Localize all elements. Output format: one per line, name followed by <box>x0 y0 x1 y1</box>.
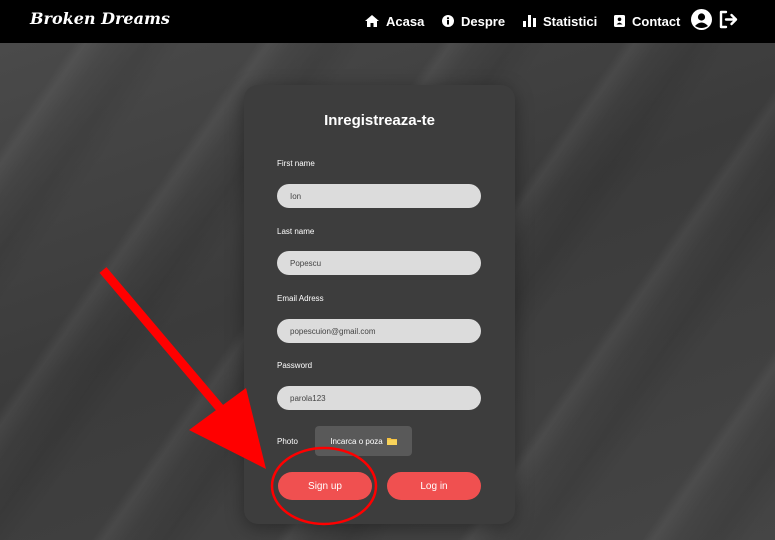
logout-icon[interactable] <box>719 10 738 29</box>
signup-button[interactable]: Sign up <box>278 472 372 500</box>
upload-photo-button[interactable]: Incarca o poza <box>315 426 412 456</box>
email-label: Email Adress <box>277 294 324 303</box>
form-title: Inregistreaza-te <box>324 112 435 129</box>
nav-contact[interactable]: Contact <box>614 12 680 30</box>
nav-statistici[interactable]: Statistici <box>523 12 597 30</box>
info-icon <box>442 15 454 27</box>
nav-despre-label: Despre <box>461 13 506 29</box>
email-input[interactable] <box>277 319 481 343</box>
nav-statistici-label: Statistici <box>543 13 598 29</box>
first-name-input[interactable] <box>277 184 481 208</box>
upload-photo-label: Incarca o poza <box>330 436 383 446</box>
bar-chart-icon <box>523 15 536 27</box>
login-button[interactable]: Log in <box>387 472 481 500</box>
password-input[interactable] <box>277 386 481 410</box>
home-icon <box>365 15 379 27</box>
password-label: Password <box>277 361 313 370</box>
nav-acasa-label: Acasa <box>386 13 425 29</box>
nav-contact-label: Contact <box>632 13 681 29</box>
last-name-label: Last name <box>277 227 315 236</box>
contact-card-icon <box>614 15 625 27</box>
brand-logo[interactable]: Broken Dreams <box>30 9 170 28</box>
last-name-input[interactable] <box>277 251 481 275</box>
first-name-label: First name <box>277 159 315 168</box>
nav-despre[interactable]: Despre <box>442 12 505 30</box>
user-icon[interactable] <box>691 9 712 30</box>
photo-label: Photo <box>277 437 298 446</box>
signup-card: Inregistreaza-te First name Last name Em… <box>244 85 515 524</box>
navbar: Broken Dreams Acasa Despre Statistici Co… <box>0 0 775 43</box>
folder-icon <box>386 438 397 445</box>
nav-acasa[interactable]: Acasa <box>365 12 424 30</box>
